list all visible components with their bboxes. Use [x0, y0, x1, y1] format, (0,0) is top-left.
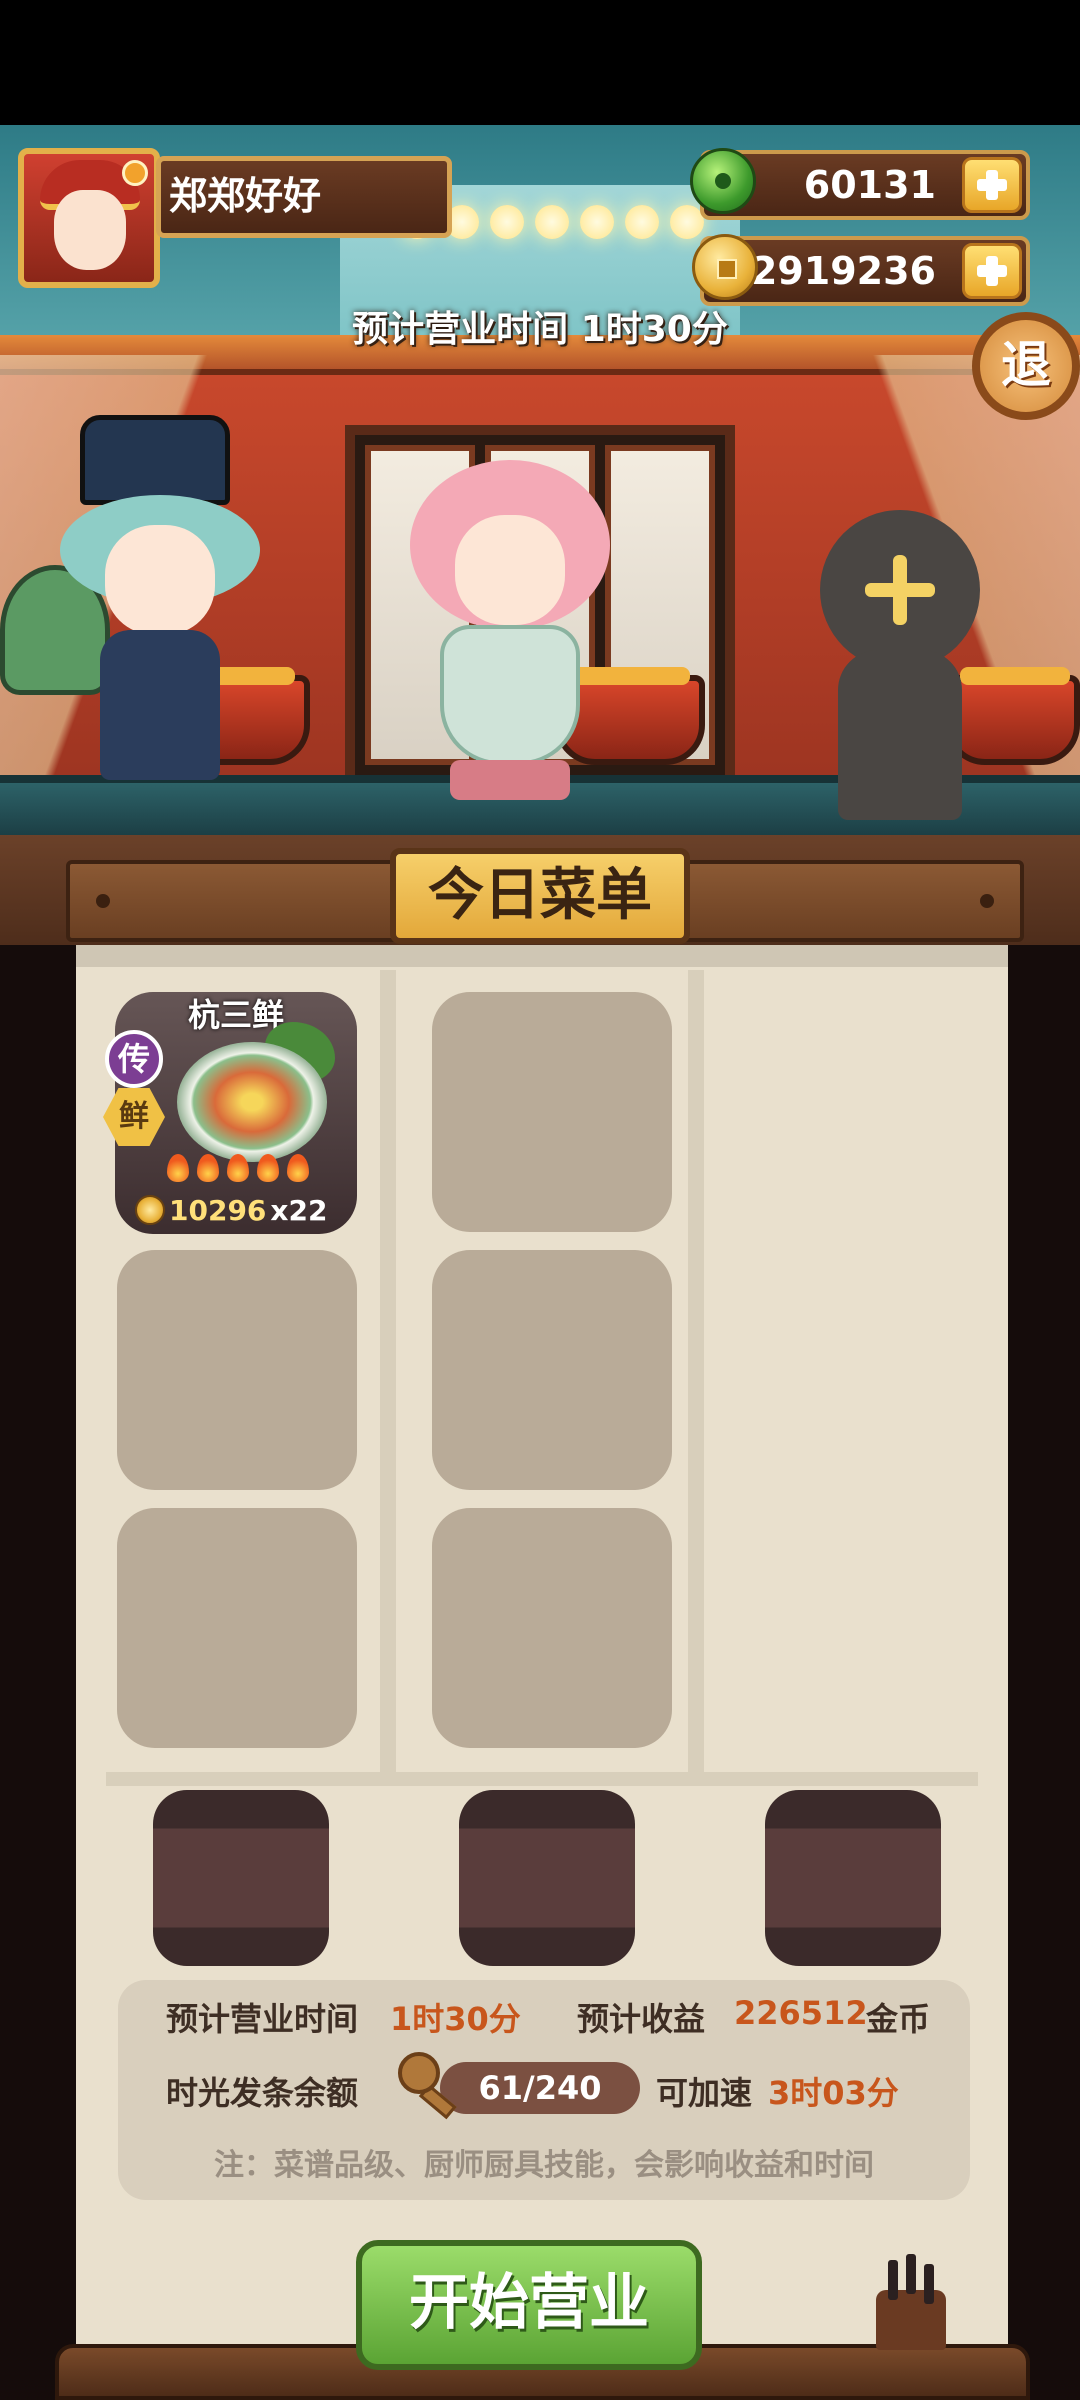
income-value: 226512 [734, 1994, 868, 2032]
knife-handle [924, 2264, 934, 2304]
dish-quantity: x22 [270, 1193, 328, 1227]
bulb-icon [490, 205, 524, 239]
chef-character-1[interactable] [60, 415, 260, 795]
chef-character-2[interactable] [395, 460, 625, 815]
flame-icon [197, 1154, 219, 1182]
bulb-icon [580, 205, 614, 239]
dish-price-row: 10296 x22 [135, 1190, 345, 1230]
face [455, 515, 565, 625]
body [100, 630, 220, 780]
wind-up-key-icon [398, 2052, 462, 2120]
add-coins-button[interactable] [962, 243, 1022, 299]
nail [980, 894, 994, 908]
menu-title: 今日菜单 [390, 848, 690, 944]
stool [450, 760, 570, 800]
bulb-icon [535, 205, 569, 239]
add-chef-slot[interactable] [820, 510, 980, 820]
empty-dish-slot[interactable] [117, 1250, 357, 1490]
side-panel-left [0, 945, 76, 2400]
exit-button[interactable]: 退 [972, 312, 1080, 420]
income-label: 预计收益 [577, 2000, 706, 2038]
flame-icon [167, 1154, 189, 1182]
key-head [398, 2052, 440, 2094]
jade-amount: 60131 [803, 163, 936, 207]
player-name: 郑郑好好 [156, 156, 452, 238]
plus-icon [865, 555, 935, 625]
dress [440, 625, 580, 765]
row-divider [106, 1772, 978, 1786]
time-value: 1时30分 [390, 2000, 521, 2038]
bulb-icon [670, 205, 704, 239]
avatar-face [54, 190, 126, 270]
knife-handle [906, 2254, 916, 2294]
knife-handle [888, 2260, 898, 2300]
spring-balance: 61/240 [440, 2062, 640, 2114]
flame-icon [287, 1154, 309, 1182]
time-label: 预计营业时间 [166, 2000, 359, 2038]
avatar-badge-icon [122, 160, 148, 186]
coin-icon [692, 234, 758, 300]
dish-slot[interactable]: 杭三鲜 传 鲜 10296 x22 [103, 992, 357, 1234]
dish-price: 10296 [169, 1193, 267, 1227]
empty-dish-slot[interactable] [432, 1250, 672, 1490]
empty-dish-slot[interactable] [432, 1508, 672, 1748]
rarity-badge: 传 [105, 1030, 163, 1088]
column-divider [380, 970, 396, 1775]
equipment-slot[interactable] [459, 1790, 635, 1966]
bulb-icon [625, 205, 659, 239]
column-divider [688, 970, 704, 1775]
coin-icon [135, 1195, 165, 1225]
face [105, 525, 215, 635]
jade-icon [690, 148, 756, 214]
nail [96, 894, 110, 908]
equipment-slot[interactable] [765, 1790, 941, 1966]
top-hat-icon [80, 415, 230, 505]
panel-top-strip [76, 945, 1008, 967]
estimated-time-banner: 预计营业时间 1时30分 [352, 309, 728, 350]
start-business-button[interactable]: 开始营业 [356, 2240, 702, 2370]
speedup-label: 可加速 [656, 2074, 753, 2112]
side-panel-right [1008, 945, 1080, 2400]
speedup-value: 3时03分 [768, 2074, 899, 2112]
spring-label: 时光发条余额 [166, 2074, 359, 2112]
empty-dish-slot[interactable] [432, 992, 672, 1232]
flame-icon [227, 1154, 249, 1182]
status-bar [0, 0, 1080, 125]
income-unit: 金币 [866, 2000, 931, 2038]
player-avatar[interactable] [18, 148, 160, 288]
flame-icon [257, 1154, 279, 1182]
flame-rating [153, 1154, 323, 1184]
silhouette-body [838, 650, 962, 820]
info-note: 注：菜谱品级、厨师厨具技能，会影响收益和时间 [214, 2148, 874, 2183]
knife-block-icon [876, 2254, 946, 2350]
empty-dish-slot[interactable] [117, 1508, 357, 1748]
add-jade-button[interactable] [962, 157, 1022, 213]
dish-image [177, 1042, 327, 1162]
equipment-slot[interactable] [153, 1790, 329, 1966]
